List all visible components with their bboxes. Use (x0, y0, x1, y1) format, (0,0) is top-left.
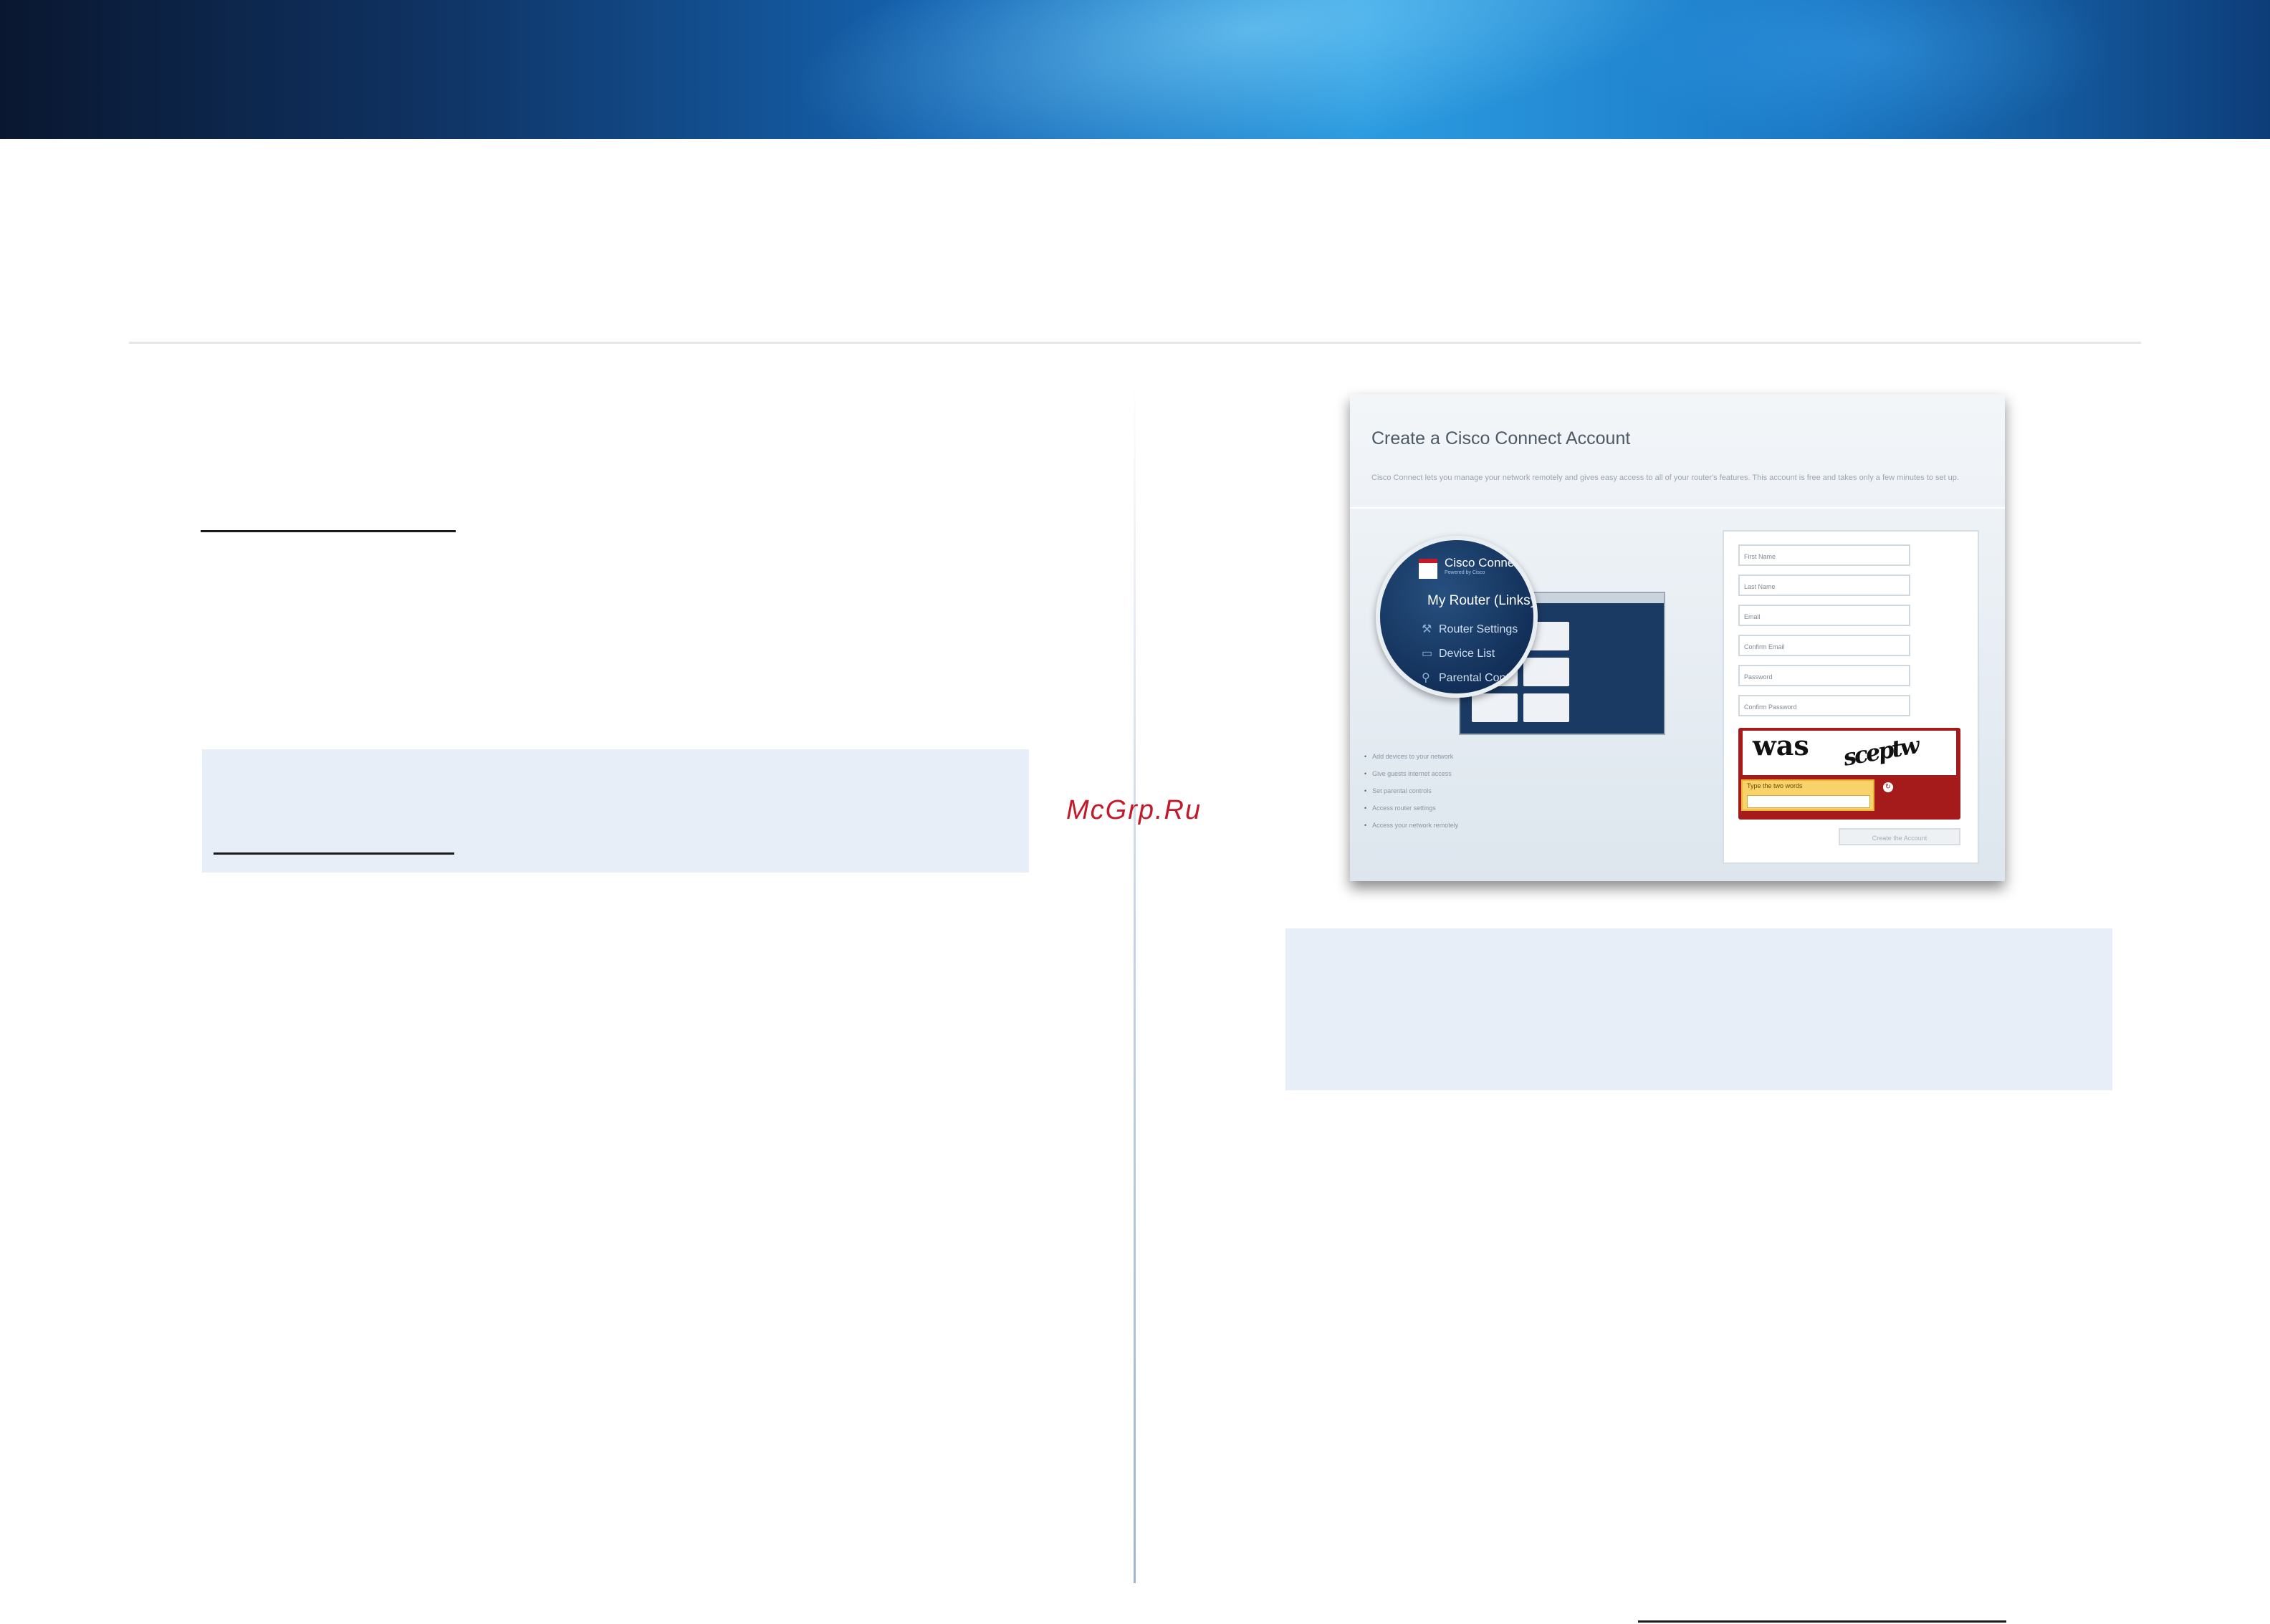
watermark: McGrp.Ru (1066, 795, 1202, 825)
router-label: My Router (Linksys) (1427, 593, 1538, 608)
menu-item-router-settings: ⚒ Router Settings (1422, 623, 1518, 635)
reload-icon[interactable]: ↻ (1883, 782, 1893, 792)
last-name-field[interactable]: Last Name (1738, 575, 1910, 596)
captcha-word: sceptw (1841, 731, 1920, 772)
link-underline (1638, 1620, 2006, 1623)
screenshot-divider (1350, 507, 2005, 509)
note-box (202, 749, 1029, 873)
confirm-password-field[interactable]: Confirm Password (1738, 695, 1910, 716)
note-box (1285, 928, 2112, 1090)
confirm-email-field[interactable]: Confirm Email (1738, 635, 1910, 656)
cisco-connect-screenshot: Create a Cisco Connect Account Cisco Con… (1350, 394, 2005, 881)
list-item: Add devices to your network (1364, 748, 1458, 765)
feature-list: Add devices to your network Give guests … (1364, 748, 1458, 834)
magnifier-lens: Cisco Connect Powered by Cisco My Router… (1376, 536, 1538, 698)
captcha-hint: Type the two words (1747, 782, 1803, 789)
monitor-icon: ▭ (1422, 648, 1433, 660)
captcha-input[interactable] (1747, 795, 1870, 808)
column-divider (1134, 380, 1136, 1583)
captcha-entry: Type the two words (1741, 779, 1874, 811)
widget-tile (1523, 658, 1569, 686)
menu-item-parental-controls: ⚲ Parental Controls (1422, 672, 1528, 684)
banner-glow (775, 0, 1733, 139)
first-name-field[interactable]: First Name (1738, 544, 1910, 566)
captcha-widget: was sceptw Type the two words ↻ (1738, 728, 1960, 820)
brand-tagline: Powered by Cisco (1445, 570, 1485, 575)
wrench-icon: ⚒ (1422, 623, 1432, 635)
list-item: Give guests internet access (1364, 765, 1458, 782)
banner-glow (1612, 0, 2114, 139)
password-field[interactable]: Password (1738, 665, 1910, 686)
widget-tile (1523, 693, 1569, 722)
menu-item-device-list: ▭ Device List (1422, 648, 1495, 660)
list-item: Access router settings (1364, 799, 1458, 817)
person-icon: ⚲ (1422, 672, 1430, 684)
list-item: Set parental controls (1364, 782, 1458, 799)
header-divider (129, 342, 2141, 344)
home-logo-icon (1419, 559, 1437, 579)
list-item: Access your network remotely (1364, 817, 1458, 834)
screenshot-description: Cisco Connect lets you manage your netwo… (1371, 474, 1959, 482)
captcha-word: was (1753, 729, 1809, 761)
brand-name: Cisco Connect (1445, 556, 1524, 570)
create-account-button[interactable]: Create the Account (1839, 828, 1960, 845)
email-field[interactable]: Email (1738, 605, 1910, 626)
widget-tile (1472, 693, 1518, 722)
screenshot-title: Create a Cisco Connect Account (1371, 428, 1631, 448)
captcha-image: was sceptw (1743, 729, 1956, 775)
header-banner (0, 0, 2270, 139)
signup-form: First Name Last Name Email Confirm Email… (1723, 530, 1979, 864)
section-heading-underline (201, 530, 456, 532)
note-heading-underline (214, 852, 454, 855)
